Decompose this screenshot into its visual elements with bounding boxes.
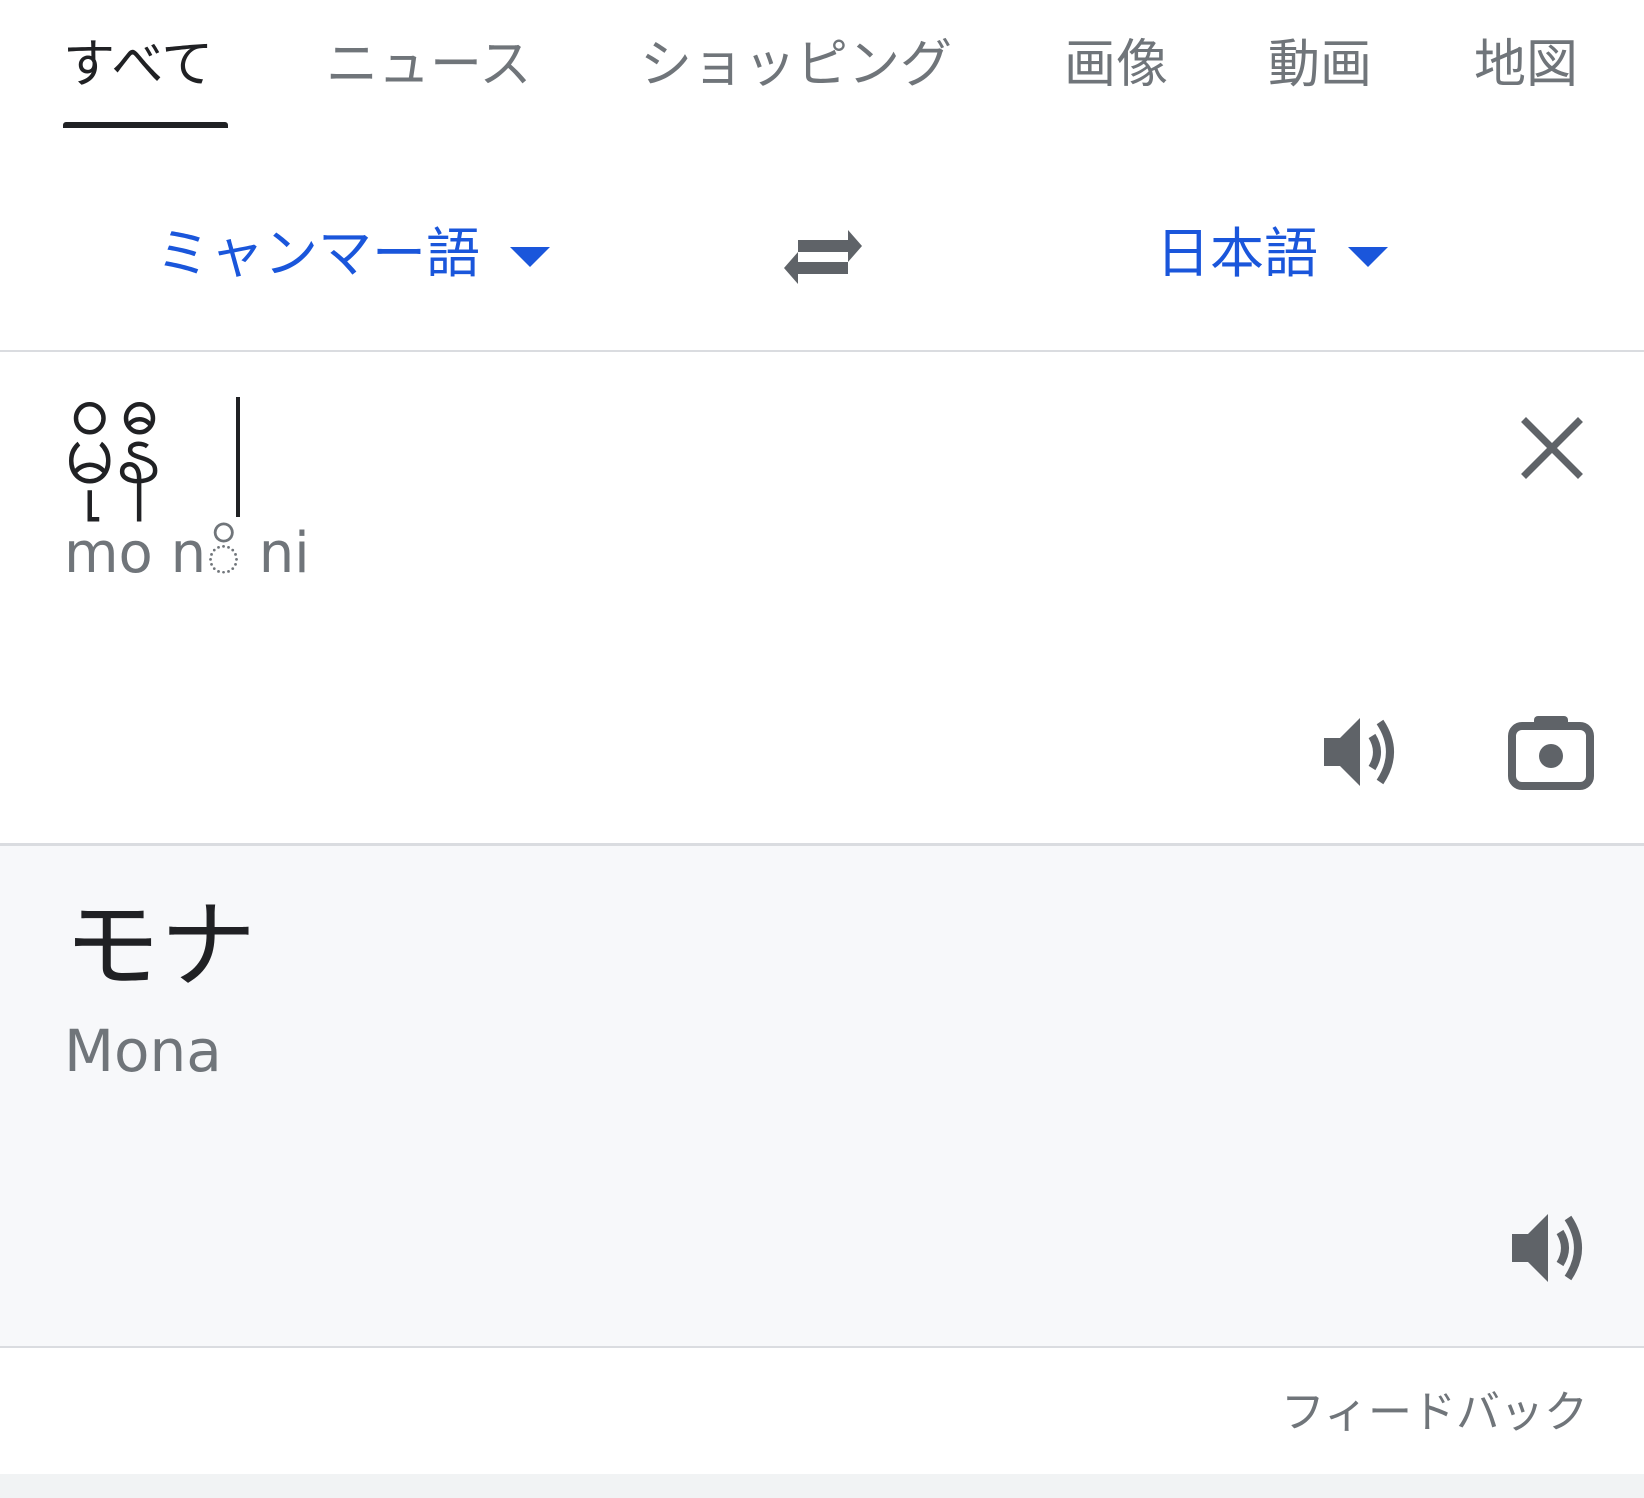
caret-down-icon [1348, 247, 1388, 268]
speaker-icon [1512, 1214, 1582, 1282]
translation-romanization: Mona [64, 1017, 222, 1085]
clear-input-button[interactable] [1520, 416, 1584, 480]
close-icon [1521, 417, 1583, 479]
feedback-link[interactable]: フィードバック [1281, 1388, 1588, 1438]
tab-images[interactable]: 画像 [1064, 39, 1168, 91]
source-language-select[interactable]: ミャンマー語 [156, 224, 550, 284]
translation-result-panel: モナ Mona [0, 846, 1644, 1348]
speaker-icon [1324, 718, 1394, 786]
translation-listen-button[interactable] [1508, 1208, 1594, 1288]
translation-text: モナ [64, 890, 256, 1002]
target-language-label: 日本語 [1156, 222, 1318, 285]
source-input-panel[interactable]: မိုနီ mo nိ ni [0, 352, 1644, 846]
source-language-label: ミャンマー語 [156, 222, 480, 285]
active-tab-indicator [63, 122, 228, 128]
tab-videos[interactable]: 動画 [1268, 39, 1372, 91]
bottom-divider [0, 1474, 1644, 1498]
tab-maps[interactable]: 地図 [1474, 39, 1578, 91]
camera-input-button[interactable] [1508, 712, 1594, 792]
source-text[interactable]: မိုနီ [64, 382, 162, 522]
source-listen-button[interactable] [1320, 712, 1406, 792]
target-language-select[interactable]: 日本語 [1156, 224, 1388, 284]
search-tabs: すべて ニュース ショッピング 画像 動画 地図 [0, 0, 1644, 158]
swap-arrows-icon [784, 230, 862, 284]
caret-down-icon [510, 247, 550, 268]
camera-icon [1508, 716, 1594, 790]
tab-all[interactable]: すべて [63, 39, 213, 91]
tab-shopping[interactable]: ショッピング [640, 39, 952, 91]
translate-page: すべて ニュース ショッピング 画像 動画 地図 ミャンマー語 日本語 မိုန… [0, 0, 1644, 1498]
translate-footer: フィードバック [0, 1348, 1644, 1474]
swap-languages-button[interactable] [782, 222, 864, 292]
language-bar: ミャンマー語 日本語 [0, 158, 1644, 352]
text-cursor [236, 397, 240, 517]
source-transliteration: mo nိ ni [64, 521, 310, 586]
tab-news[interactable]: ニュース [326, 39, 531, 91]
